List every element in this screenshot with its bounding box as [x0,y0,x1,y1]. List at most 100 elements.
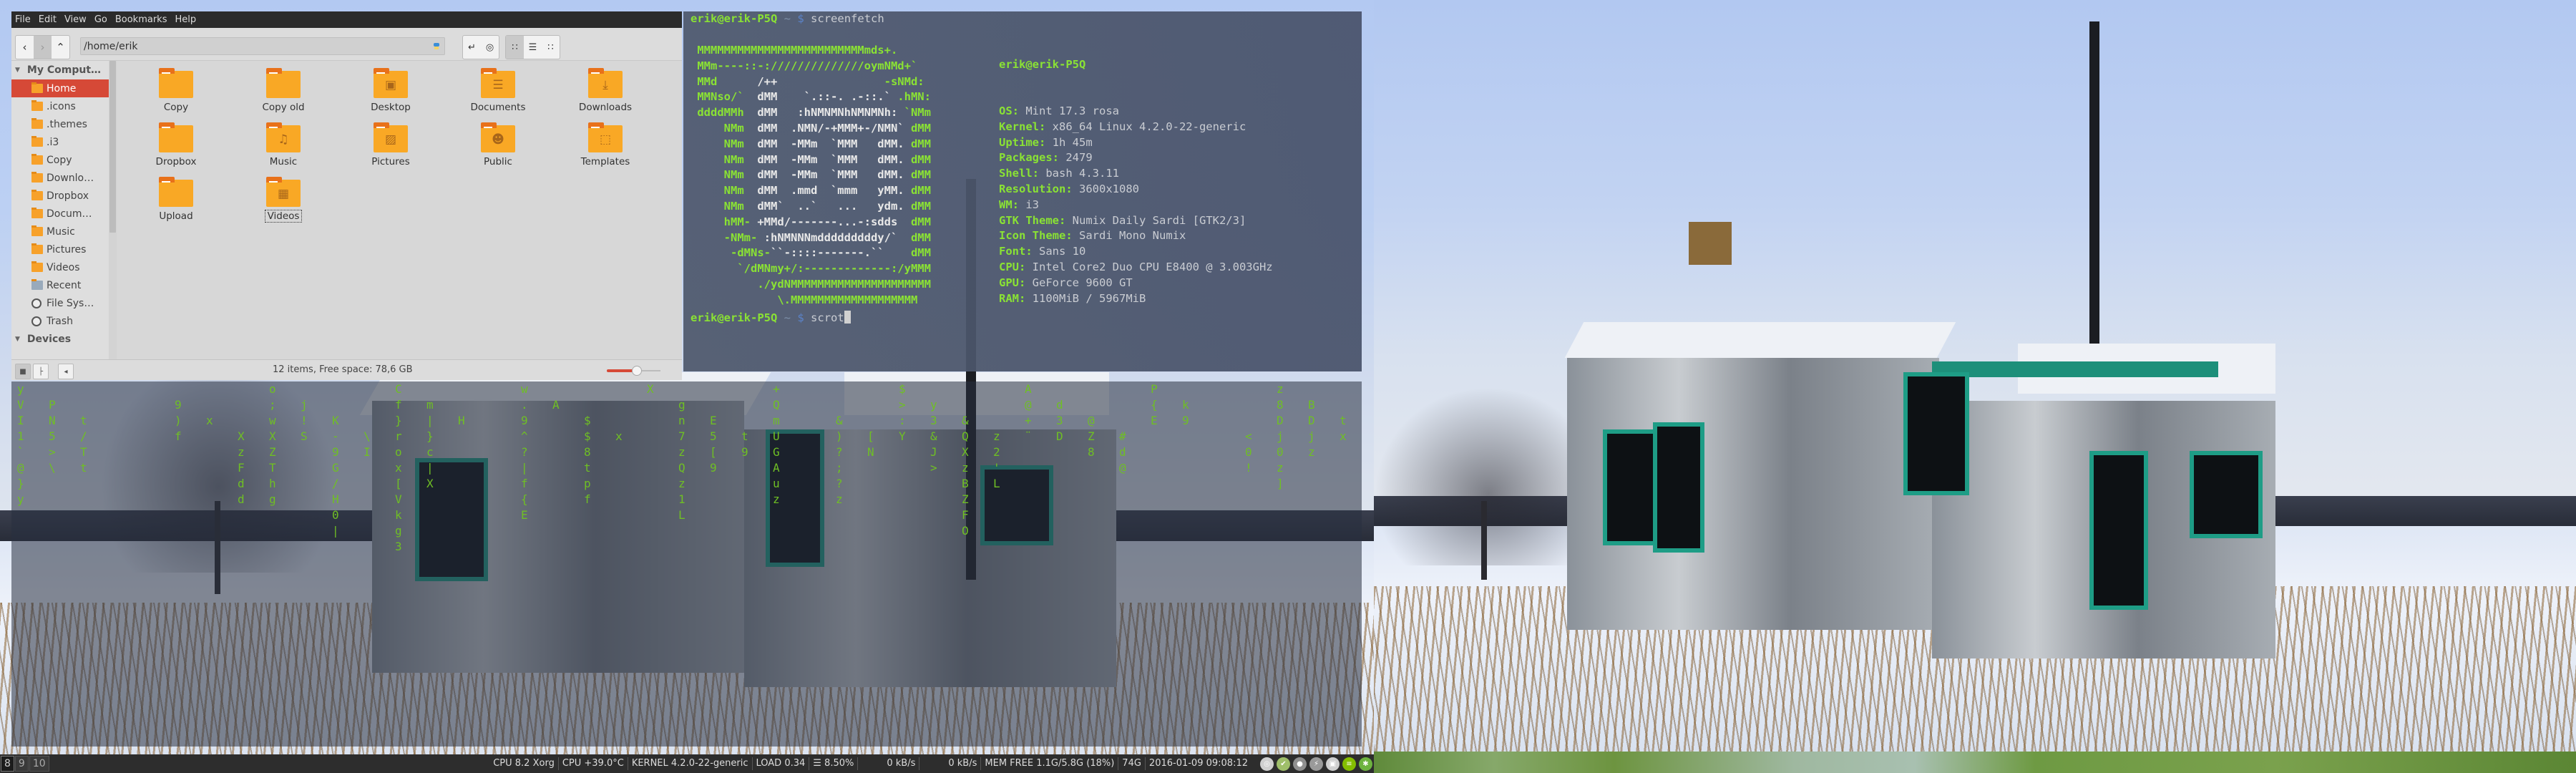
ascii-logo-line: ddddMMh dMM :hNMNMNhNMNMNh: `NMm [691,105,931,121]
ascii-logo-line: NMm dMM -MMm `MMM dMM. dMM [691,137,931,152]
ascii-segment: dMM [910,121,931,135]
image-viewer-icon[interactable]: ▣ [1326,757,1340,771]
show-places-button[interactable]: ■ [15,364,31,379]
sidebar-item[interactable]: Music [11,223,109,240]
info-key: Resolution: [999,182,1073,195]
list-view-button[interactable]: ☰ [524,36,542,59]
folder-item[interactable]: Upload [140,170,212,222]
info-value: Intel Core2 Duo CPU E8400 @ 3.003GHz [1032,260,1273,273]
folder-item[interactable]: ⬚ Templates [570,115,641,167]
folder-item[interactable]: ▨ Pictures [355,115,426,167]
sidebar-icon: ◂ [64,367,68,376]
right-monitor: 12 CPU 8.2 XorgCPU +39.0°CKERNEL 4.2.0-2… [1374,0,2576,752]
matrix-column: & ) ? ; ? z [836,414,843,506]
folder-item[interactable]: ▣ Desktop [355,61,426,113]
sidebar-item[interactable]: .themes [11,115,109,133]
compact-view-button[interactable]: ∷ [542,36,560,59]
folder-icon: ■ [19,367,26,376]
sidebar-item[interactable]: Recent [11,276,109,294]
file-view[interactable]: Copy Copy old ▣ Desktop ☰ Documents ⤓ Downloads… [119,61,682,359]
folder-item[interactable]: ♫ Music [248,115,319,167]
ascii-segment: /++ [757,74,884,88]
sidebar-section-computer[interactable]: ▼ My Comput… [11,61,109,79]
location-entry[interactable]: /home/erik [80,37,445,55]
matrix-column: [ N [867,429,874,459]
info-value: GeForce 9600 GT [1032,276,1133,289]
locate-button[interactable]: ◎ [481,36,499,59]
command-input[interactable]: scrot [811,311,844,324]
ascii-segment: +MMd/-------...-:sdds [757,215,911,228]
menu-view[interactable]: View [64,14,87,25]
menu-go[interactable]: Go [94,14,107,25]
folder-item[interactable]: Copy [140,61,212,113]
ascii-logo: MMMMMMMMMMMMMMMMMMMMMMMMMmds+. MMm----::… [691,43,931,308]
up-button[interactable]: ⌃ [52,36,69,59]
terminal-window[interactable]: erik@erik-P5Q ~ $ screenfetch MMMMMMMMMM… [683,11,1362,371]
folder-emblem-icon: ▣ [384,78,397,92]
sidebar-item[interactable]: Videos [11,258,109,276]
sidebar-scrollbar[interactable] [109,61,117,359]
sidebar-item[interactable]: Pictures [11,240,109,258]
forward-button[interactable]: › [34,36,52,59]
folder-icon: ⤓ [588,68,623,98]
workspace-button[interactable]: 8 [1,756,14,772]
folder-item[interactable]: ☰ Documents [462,61,534,113]
folder-item[interactable]: Copy old [248,61,319,113]
disk-usage-block: ☰ 8.50% [809,757,859,770]
info-value: bash 4.3.11 [1045,167,1119,180]
disk-icon[interactable]: ● [1293,757,1307,771]
shield-check-icon[interactable]: ✔ [1277,757,1290,771]
menu-edit[interactable]: Edit [39,14,57,25]
ascii-segment: dMM .mmd `mmm yMM. [757,184,911,198]
matrix-column: $ > : Y [899,382,906,443]
menu-bookmarks[interactable]: Bookmarks [115,14,167,25]
sidebar-item[interactable]: Docum… [11,205,109,223]
info-line: Resolution: 3600x1080 [999,182,1273,198]
hide-sidebar-button[interactable]: ◂ [58,364,74,379]
folder-emblem-icon: ⤓ [602,78,608,92]
ascii-segment: MMm----::-://////////////oymNMd+` [691,59,918,72]
clock-block: 2016-01-09 09:08:12 [1148,758,1248,769]
workspace-button[interactable]: 9 [14,756,29,772]
matrix-column: K - 9 G / H 0 | [332,414,339,538]
zoom-slider-handle[interactable] [632,366,643,376]
sidebar-item[interactable]: .icons [11,97,109,115]
toggle-location-button[interactable]: ↵ [463,36,481,59]
matrix-column: < 0 ! [1245,429,1252,475]
icon-view-button[interactable]: ∷ [506,36,524,59]
matrix-column: w . 9 ^ ? | f { E [521,382,528,522]
sidebar-item[interactable]: Downlo… [11,169,109,187]
ascii-segment: -sNMd: [884,74,924,88]
folder-item[interactable]: Dropbox [140,115,212,167]
sidebar-item-label: Copy [47,154,72,166]
sidebar-item[interactable]: .i3 [11,133,109,151]
show-tree-button[interactable]: ├ [33,364,49,379]
clear-location-icon[interactable] [433,40,440,52]
sidebar-item[interactable]: Copy [11,151,109,169]
menu-help[interactable]: Help [175,14,196,25]
spotify-icon[interactable]: ≡ [1342,757,1356,771]
folder-item[interactable]: ⤓ Downloads [570,61,641,113]
dropbox-icon[interactable]: ✱ [1359,757,1372,771]
menu-file[interactable]: File [15,14,31,25]
cmatrix-terminal[interactable]: y V I 1 ` @ } y P N 5 > \ t / T t 9 ) f x X z… [11,381,1362,747]
folder-icon [31,100,43,111]
folder-item[interactable]: ☻ Public [462,115,534,167]
zoom-slider[interactable] [607,366,660,376]
usb-icon[interactable]: ◎ [1260,757,1274,771]
sidebar-section-devices[interactable]: ▼ Devices [11,330,109,349]
workspace-button[interactable]: 10 [29,756,49,772]
network-icon[interactable]: ⚡ [1309,757,1323,771]
matrix-column: B D j z [1308,398,1315,459]
sidebar-item[interactable]: Trash [11,312,109,330]
matrix-column: 9 ) f [175,398,182,443]
sidebar-item[interactable]: Home [11,79,109,97]
sidebar-item[interactable]: Dropbox [11,187,109,205]
back-button[interactable]: ‹ [16,36,34,59]
ascii-segment: ddddMMh [691,106,758,120]
sidebar-item[interactable]: File Sys… [11,294,109,312]
wallpaper-strip [1374,752,2576,773]
folder-item[interactable]: ▦ Videos [248,170,319,223]
chevron-left-icon: ‹ [22,41,27,54]
folder-icon: ♫ [266,122,301,152]
